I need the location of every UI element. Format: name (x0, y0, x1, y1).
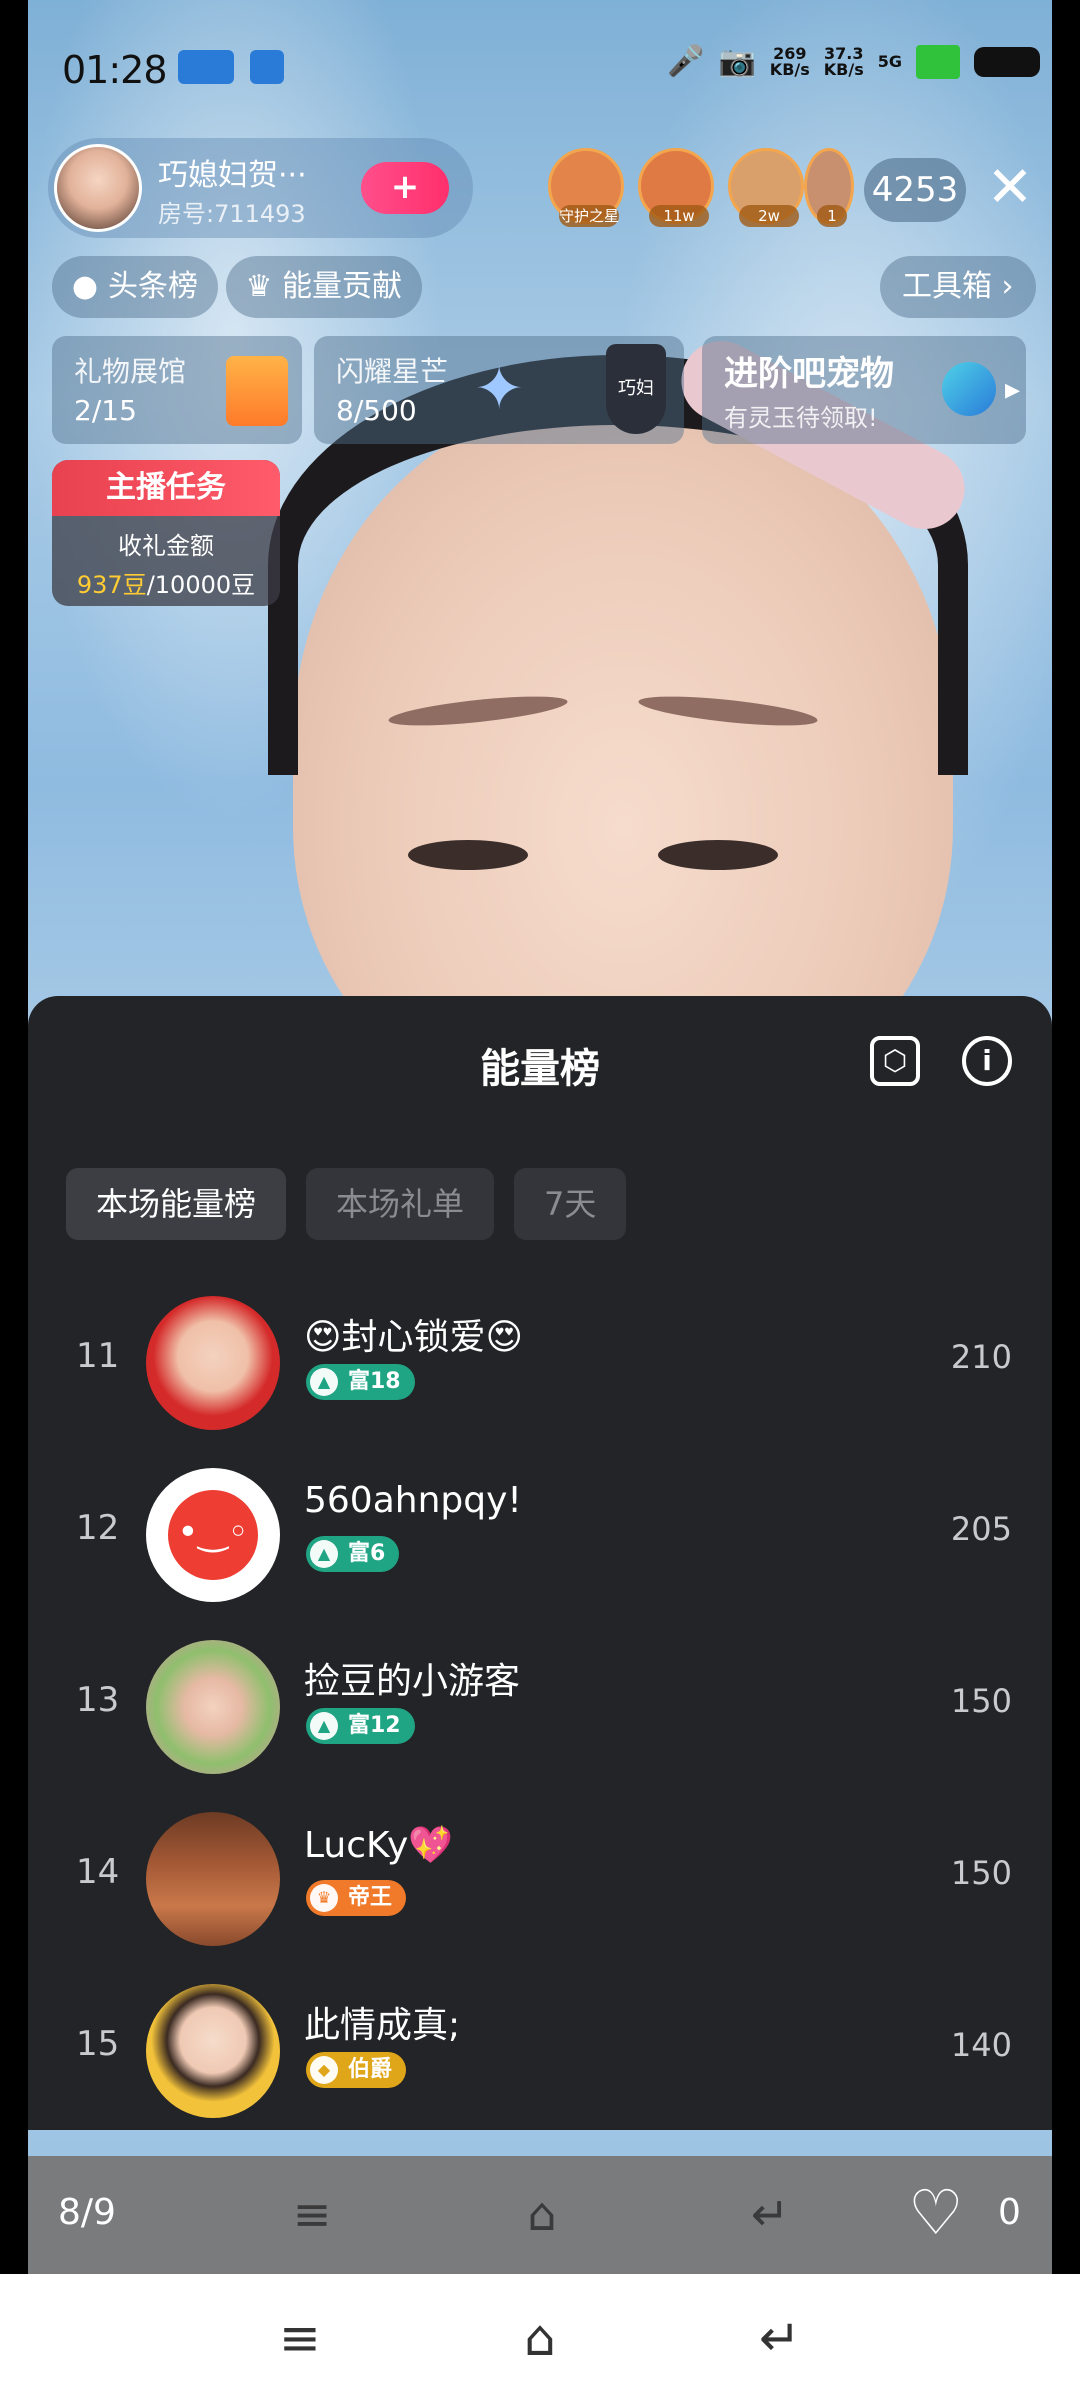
rank-number: 12 (76, 1508, 120, 1548)
headline-rank-chip[interactable]: ● 头条榜 (52, 256, 218, 318)
tab-7-days[interactable]: 7天 (514, 1168, 627, 1240)
energy-score: 150 (950, 1682, 1012, 1720)
gift-hall-card[interactable]: 礼物展馆 2/15 (52, 336, 302, 444)
battery-icon (974, 46, 1040, 77)
avatar[interactable] (146, 1812, 280, 1946)
status-right-group: 🎤 📷 269 KB/s 37.3 KB/s 5G (667, 44, 1040, 79)
rank-number: 15 (76, 2024, 120, 2064)
rank-number: 14 (76, 1852, 120, 1892)
flame-icon: ● (71, 269, 99, 304)
bottom-bar: 8/9 ≡ ⌂ ↵ ♡ 0 (28, 2156, 1052, 2274)
left-eye (408, 840, 528, 870)
camera-icon: 📷 (718, 44, 756, 79)
rank-row[interactable]: 11 😍封心锁爱😍 ▲ 富18 210 (28, 1278, 1052, 1450)
energy-score: 140 (950, 2026, 1012, 2064)
energy-score: 150 (950, 1854, 1012, 1892)
host-room-number: 房号:711493 (158, 200, 306, 228)
host-info[interactable]: 巧媳妇贺··· 房号:711493 + (48, 138, 473, 238)
badge-icon: 巧妇 (606, 344, 666, 434)
nav-back-icon[interactable]: ↵ (745, 2306, 815, 2370)
top-viewer-avatar[interactable]: 守护之星 (548, 148, 624, 227)
status-bar: 01:28 🎤 📷 269 KB/s 37.3 KB/s 5G (28, 36, 1052, 100)
gem-icon (942, 362, 996, 416)
home-icon[interactable]: ⌂ (512, 2186, 572, 2242)
status-time: 01:28 (62, 48, 168, 92)
tab-session-gifts[interactable]: 本场礼单 (306, 1168, 495, 1240)
info-icon[interactable]: i (962, 1036, 1012, 1086)
tab-session-energy[interactable]: 本场能量榜 (66, 1168, 287, 1240)
task-title: 主播任务 (52, 460, 280, 516)
rank-row[interactable]: 12 •‿◦ 560ahnpqy! ▲ 富6 205 (28, 1450, 1052, 1622)
user-name: 😍封心锁爱😍 (304, 1317, 524, 1358)
top-viewers: 守护之星 11w 2w 1 (548, 148, 868, 228)
signal-icon: 5G (877, 51, 902, 71)
back-icon[interactable]: ↵ (740, 2186, 800, 2242)
user-name: 捡豆的小游客 (304, 1661, 521, 1702)
host-avatar[interactable] (54, 144, 142, 232)
rank-tabs: 本场能量榜 本场礼单 7天 (66, 1168, 627, 1240)
host-task-card[interactable]: 主播任务 收礼金额 937豆/10000豆 (52, 460, 280, 606)
level-badge: ▲ 富6 (306, 1536, 400, 1572)
avatar[interactable]: •‿◦ (146, 1468, 280, 1602)
gift-box-icon (226, 356, 288, 426)
level-badge: ◆ 伯爵 (306, 2052, 407, 2088)
user-name: 此情成真; (304, 2005, 461, 2046)
close-icon[interactable]: ✕ (980, 158, 1040, 218)
toolbox-chip[interactable]: 工具箱 › (880, 256, 1036, 318)
level-badge: ▲ 富18 (306, 1364, 415, 1400)
pet-promo-card[interactable]: 进阶吧宠物 有灵玉待领取! ▸ (702, 336, 1026, 444)
user-name: LucKy💖 (304, 1825, 454, 1866)
nav-home-icon[interactable]: ⌂ (505, 2306, 575, 2370)
task-label: 收礼金额 (118, 532, 214, 560)
notification-app-icon-2 (250, 50, 284, 84)
net-up: 37.3 KB/s (823, 43, 864, 79)
notification-app-icon (178, 50, 234, 84)
hexagon-nut-icon[interactable]: ⬡ (870, 1036, 920, 1086)
rank-row[interactable]: 13 捡豆的小游客 ▲ 富12 150 (28, 1622, 1052, 1794)
top-viewer-avatar[interactable]: 2w (728, 148, 804, 227)
avatar[interactable] (146, 1640, 280, 1774)
heart-icon[interactable]: ♡ (908, 2178, 964, 2248)
user-name: 560ahnpqy! (304, 1480, 522, 1521)
rank-row[interactable]: 14 LucKy💖 ♛ 帝王 150 (28, 1794, 1052, 1966)
rank-number: 13 (76, 1680, 120, 1720)
energy-contribution-chip[interactable]: ♛ 能量贡献 (226, 256, 422, 318)
avatar[interactable] (146, 1984, 280, 2118)
menu-icon[interactable]: ≡ (282, 2186, 342, 2242)
rank-row[interactable]: 15 此情成真; ◆ 伯爵 140 (28, 1966, 1052, 2138)
system-navigation-bar: ≡ ⌂ ↵ (0, 2274, 1080, 2400)
level-badge: ▲ 富12 (306, 1708, 415, 1744)
star-icon: ✦ (474, 354, 525, 424)
wifi-icon (916, 44, 960, 79)
energy-rank-panel: 能量榜 ⬡ i 本场能量榜 本场礼单 7天 11 😍封心锁爱😍 ▲ 富18 210… (28, 996, 1052, 2130)
viewer-count[interactable]: 4253 (864, 158, 966, 222)
chevron-right-icon: ▸ (1004, 372, 1020, 407)
net-down: 269 KB/s (769, 43, 810, 79)
top-viewer-avatar[interactable]: 1 (804, 148, 854, 227)
top-viewer-avatar[interactable]: 11w (638, 148, 714, 227)
level-badge: ♛ 帝王 (306, 1880, 407, 1916)
energy-score: 210 (950, 1338, 1012, 1376)
like-count: 0 (998, 2192, 1021, 2233)
shine-star-card[interactable]: 闪耀星芒 8/500 ✦ 巧妇 (314, 336, 684, 444)
microphone-icon: 🎤 (667, 44, 705, 79)
task-progress: 937豆/10000豆 (76, 571, 256, 599)
right-eye (658, 840, 778, 870)
host-name: 巧媳妇贺··· (158, 158, 307, 193)
rank-number: 11 (76, 1336, 120, 1376)
page-indicator: 8/9 (58, 2192, 116, 2233)
follow-button[interactable]: + (361, 162, 449, 214)
screen: 01:28 🎤 📷 269 KB/s 37.3 KB/s 5G 巧媳妇贺··· 房号… (0, 0, 1080, 2400)
energy-score: 205 (950, 1510, 1012, 1548)
nav-menu-icon[interactable]: ≡ (265, 2306, 335, 2370)
crown-icon: ♛ (245, 269, 273, 304)
avatar[interactable] (146, 1296, 280, 1430)
